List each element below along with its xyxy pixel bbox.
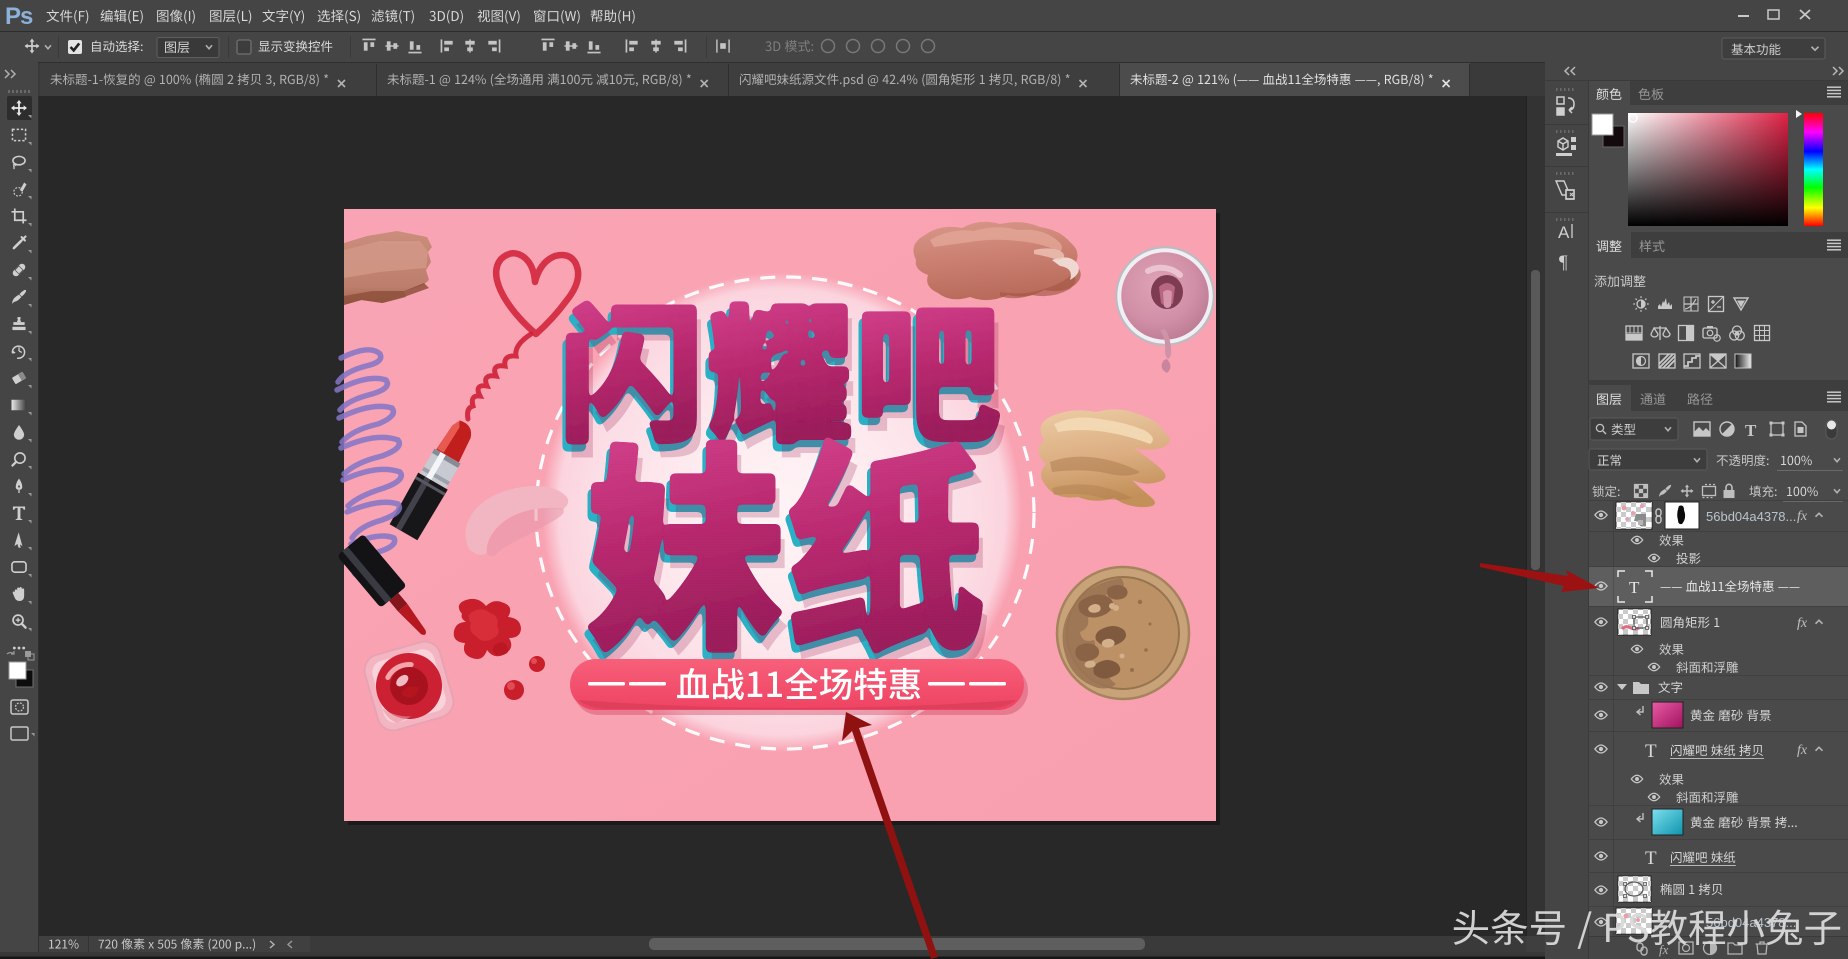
svg-text:T: T [1645, 741, 1657, 762]
svg-text:56bd04a4378...: 56bd04a4378... [1706, 509, 1796, 524]
svg-text:fx: fx [1797, 743, 1808, 758]
svg-text:T: T [1645, 848, 1657, 869]
svg-text:A: A [1558, 223, 1570, 242]
svg-text:T: T [1745, 421, 1757, 440]
svg-text:T: T [1629, 578, 1640, 597]
svg-text:Ps: Ps [5, 3, 33, 30]
svg-text:fx: fx [1797, 616, 1808, 631]
svg-text:¶: ¶ [1559, 252, 1568, 273]
svg-text:fx: fx [1797, 509, 1808, 524]
